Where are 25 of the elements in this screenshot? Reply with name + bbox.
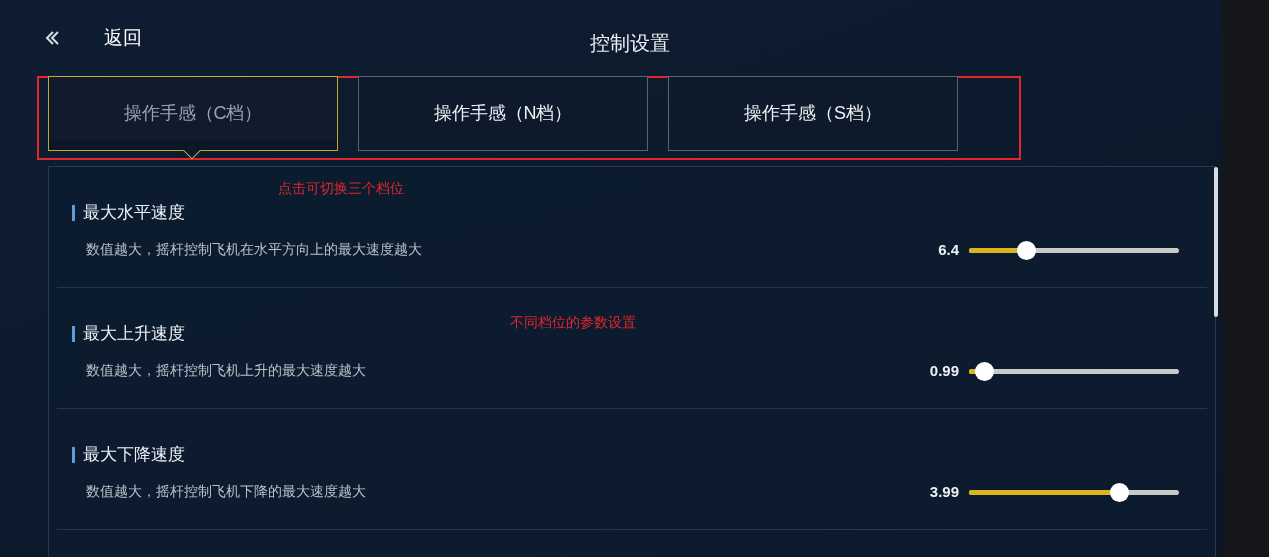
slider-value: 3.99 [928,481,959,502]
setting-description: 数值越大，摇杆控制飞机在水平方向上的最大速度越大 [85,240,423,260]
annotation-note: 点击可切换三个档位 [278,179,404,198]
setting-description: 数值越大，摇杆控制飞机上升的最大速度越大 [85,361,367,381]
setting-title: 最大上升速度 [83,322,185,345]
setting-title: 最大水平速度 [83,201,185,224]
annotation-note: 不同档位的参数设置 [510,313,636,332]
slider-thumb[interactable] [1109,482,1129,502]
accent-bar [72,204,75,221]
back-icon [44,30,60,46]
slider-value: 0.99 [928,360,959,381]
gear-tab[interactable]: 操作手感（N档） [358,76,648,151]
back-button[interactable]: 返回 [44,23,142,53]
setting-description: 数值越大，摇杆控制飞机下降的最大速度越大 [85,482,367,502]
setting-title: 最大下降速度 [83,443,185,466]
slider-track[interactable] [969,368,1179,374]
gear-tab[interactable]: 操作手感（S档） [668,76,958,151]
slider-thumb[interactable] [1017,240,1037,260]
slider-value: 6.4 [937,239,959,260]
slider-track[interactable] [969,489,1179,495]
accent-bar [72,325,75,342]
accent-bar [72,446,75,463]
page-title: 控制设置 [590,31,670,56]
slider-thumb[interactable] [975,361,995,381]
slider-track[interactable] [969,247,1179,253]
